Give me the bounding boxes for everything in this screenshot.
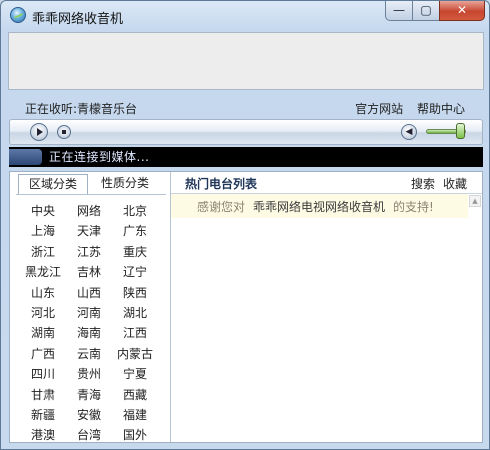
app-window: 乖乖网络收音机 — ▢ ✕ 正在收听:青檬音乐台 官方网站 帮助中心 ◀ 正在连…: [0, 0, 490, 450]
region-item[interactable]: 新疆: [20, 406, 66, 423]
region-item[interactable]: 上海: [20, 222, 66, 239]
region-item[interactable]: 贵州: [66, 365, 112, 382]
thanks-app-name: 乖乖网络电视网络收音机: [253, 200, 386, 214]
main-panel: 区域分类 性质分类 中央 网络 北京上海 天津 广东浙江 江苏 重庆黑龙江 吉林 辽宁山东 山西陕…: [9, 171, 483, 443]
status-row: 正在收听:青檬音乐台 官方网站 帮助中心: [25, 100, 465, 117]
region-item[interactable]: 网络: [66, 202, 112, 219]
region-item[interactable]: 广东: [112, 222, 158, 239]
region-item[interactable]: 重庆: [112, 243, 158, 260]
media-progress-cap: [9, 149, 42, 165]
region-item[interactable]: 湖北: [112, 304, 158, 321]
region-item[interactable]: 宁夏: [112, 365, 158, 382]
region-item[interactable]: 湖南: [20, 324, 66, 341]
region-item[interactable]: 云南: [66, 345, 112, 362]
radio-app-icon: [10, 7, 26, 23]
region-item[interactable]: 内蒙古: [112, 345, 158, 362]
media-status-text: 正在连接到媒体...: [49, 150, 150, 164]
window-title: 乖乖网络收音机: [32, 12, 124, 27]
thanks-notice: 感谢您对 乖乖网络电视网络收音机 的支持!: [171, 194, 468, 218]
region-item[interactable]: 黑龙江: [20, 263, 66, 280]
region-item[interactable]: 海南: [66, 324, 112, 341]
ad-banner: [8, 32, 484, 90]
scroll-up-button[interactable]: ▲: [469, 195, 481, 207]
region-item[interactable]: 山西: [66, 284, 112, 301]
region-item[interactable]: 四川: [20, 365, 66, 382]
region-item[interactable]: 中央: [20, 202, 66, 219]
region-item[interactable]: 天津: [66, 222, 112, 239]
player-controls: ◀: [9, 119, 483, 145]
region-item[interactable]: 吉林: [66, 263, 112, 280]
search-link[interactable]: 搜索: [411, 175, 435, 192]
region-item[interactable]: 浙江: [20, 243, 66, 260]
region-item[interactable]: 港澳: [20, 426, 66, 443]
thanks-prefix: 感谢您对: [197, 200, 246, 214]
region-item[interactable]: 西藏: [112, 386, 158, 403]
region-item[interactable]: 山东: [20, 284, 66, 301]
category-tabs: 区域分类 性质分类: [16, 174, 166, 195]
thanks-suffix: 的支持!: [393, 200, 434, 214]
favorites-link[interactable]: 收藏: [443, 175, 467, 192]
region-item[interactable]: 甘肃: [20, 386, 66, 403]
region-item[interactable]: 陕西: [112, 284, 158, 301]
region-item[interactable]: 河北: [20, 304, 66, 321]
volume-slider-thumb[interactable]: [456, 123, 465, 139]
maximize-button[interactable]: ▢: [412, 1, 440, 21]
tab-region[interactable]: 区域分类: [18, 174, 88, 194]
region-item[interactable]: 辽宁: [112, 263, 158, 280]
region-item[interactable]: 台湾: [66, 426, 112, 443]
category-panel: 区域分类 性质分类 中央 网络 北京上海 天津 广东浙江 江苏 重庆黑龙江 吉林 辽宁山东 山西陕…: [10, 172, 171, 442]
media-info-bar: 正在连接到媒体...: [9, 147, 483, 167]
region-item[interactable]: 江西: [112, 324, 158, 341]
region-item[interactable]: 安徽: [66, 406, 112, 423]
header-links: 官方网站 帮助中心: [345, 100, 465, 117]
region-item[interactable]: 青海: [66, 386, 112, 403]
minimize-button[interactable]: —: [385, 1, 413, 21]
station-list-header: 热门电台列表 搜索 收藏: [171, 172, 482, 194]
region-item[interactable]: 广西: [20, 345, 66, 362]
region-item[interactable]: 福建: [112, 406, 158, 423]
region-item[interactable]: 北京: [112, 202, 158, 219]
region-item[interactable]: 河南: [66, 304, 112, 321]
speaker-icon[interactable]: ◀: [401, 124, 417, 140]
play-button[interactable]: [30, 123, 48, 141]
close-button[interactable]: ✕: [439, 1, 485, 21]
help-center-link[interactable]: 帮助中心: [417, 102, 465, 116]
region-item[interactable]: 江苏: [66, 243, 112, 260]
station-list-panel: 热门电台列表 搜索 收藏 感谢您对 乖乖网络电视网络收音机 的支持! ▲: [171, 172, 482, 442]
title-bar[interactable]: 乖乖网络收音机 — ▢ ✕: [1, 1, 490, 31]
official-site-link[interactable]: 官方网站: [355, 102, 403, 116]
station-list-title: 热门电台列表: [185, 177, 258, 191]
region-item[interactable]: 国外: [112, 426, 158, 443]
stop-button[interactable]: [57, 125, 71, 139]
tab-nature[interactable]: 性质分类: [90, 174, 160, 194]
now-playing-label: 正在收听:青檬音乐台: [25, 102, 138, 116]
